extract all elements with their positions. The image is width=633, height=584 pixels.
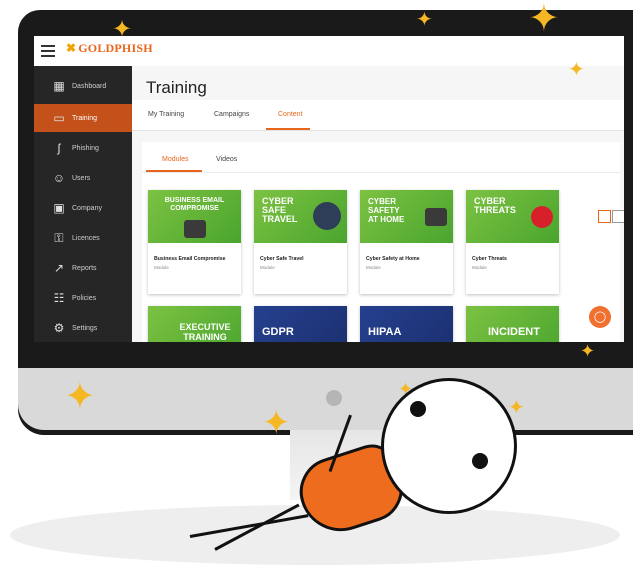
sparkle-icon: ✦ — [568, 59, 585, 81]
training-icon: ▭ — [53, 111, 65, 125]
sidebar-item-reports[interactable]: ↗ Reports — [34, 254, 132, 282]
tab-campaigns[interactable]: Campaigns — [214, 111, 249, 118]
sparkle-icon: ✦ — [112, 16, 133, 43]
module-name: Business Email Compromise — [154, 256, 226, 262]
subtab-divider — [142, 172, 620, 173]
hamburger-menu-icon[interactable] — [41, 45, 55, 57]
sidebar-item-settings[interactable]: ⚙ Settings — [34, 314, 132, 342]
tab-content[interactable]: Content — [278, 111, 303, 118]
app-screen: ✖ GOLDPHISH ▦ Dashboard ▭ Training ʃ Phishin… — [34, 36, 624, 342]
sidebar-item-label: Training — [72, 114, 98, 122]
page-title: Training — [146, 78, 207, 97]
thumbnail-title: BUSINESS EMAIL COMPROMISE — [164, 197, 225, 212]
laptop-hacker-icon — [184, 220, 206, 238]
module-name: Cyber Safe Travel — [260, 256, 304, 262]
module-card[interactable]: INCIDENT — [466, 306, 559, 342]
subtab-modules[interactable]: Modules — [162, 156, 188, 163]
sidebar-item-label: Policies — [72, 294, 97, 302]
sidebar-item-dashboard[interactable]: ▦ Dashboard — [34, 72, 132, 100]
module-card[interactable]: CYBER SAFETY AT HOME Cyber Safety at Hom… — [360, 190, 453, 294]
sidebar-item-label: Dashboard — [72, 82, 107, 90]
sidebar-item-training[interactable]: ▭ Training — [34, 104, 132, 132]
users-icon: ☺ — [52, 171, 66, 185]
sidebar-item-policies[interactable]: ☷ Policies — [34, 284, 132, 312]
key-icon: ⚿ — [54, 230, 64, 245]
module-type: Module — [154, 265, 169, 270]
chat-bubble-icon[interactable]: ◯ — [589, 306, 611, 328]
brand-name: GOLDPHISH — [78, 41, 153, 55]
sparkle-icon: ✦ — [528, 0, 560, 40]
brand-mark-icon: ✖ — [66, 41, 77, 55]
sidebar-item-label: Phishing — [72, 144, 99, 152]
company-icon: ▣ — [53, 201, 65, 215]
sidebar-item-label: Users — [72, 174, 91, 182]
module-type: Module — [366, 265, 381, 270]
sidebar-item-licences[interactable]: ⚿ Licences — [34, 224, 132, 252]
character-eye — [410, 401, 426, 417]
thumbnail-title: CYBER SAFETY AT HOME — [368, 197, 405, 224]
character-head — [381, 378, 517, 514]
list-view-icon[interactable] — [612, 210, 624, 223]
module-card[interactable]: CYBER SAFE TRAVEL Cyber Safe Travel Modu… — [254, 190, 347, 294]
sparkle-icon: ✦ — [64, 376, 96, 418]
skull-warning-icon — [531, 206, 553, 228]
policies-icon: ☷ — [53, 291, 65, 305]
main-tabs: My Training Campaigns Content — [132, 100, 624, 131]
sparkle-icon: ✦ — [416, 9, 433, 31]
module-thumbnail: INCIDENT — [466, 306, 559, 342]
sparkle-icon: ✦ — [262, 404, 291, 442]
subtab-videos[interactable]: Videos — [216, 156, 237, 163]
module-thumbnail: CYBER SAFE TRAVEL — [254, 190, 347, 243]
brand-logo[interactable]: ✖ GOLDPHISH — [66, 41, 153, 56]
thumbnail-title: INCIDENT — [488, 326, 540, 338]
sidebar-item-users[interactable]: ☺ Users — [34, 164, 132, 192]
module-thumbnail: EXECUTIVE TRAINING — [148, 306, 241, 342]
module-name: Cyber Threats — [472, 256, 507, 262]
tab-my-training[interactable]: My Training — [148, 111, 184, 118]
thumbnail-title: CYBER THREATS — [474, 196, 516, 215]
grid-view-icon[interactable] — [598, 210, 611, 223]
sidebar-item-company[interactable]: ▣ Company — [34, 194, 132, 222]
module-card[interactable]: HIPAA — [360, 306, 453, 342]
module-card[interactable]: EXECUTIVE TRAINING — [148, 306, 241, 342]
character-eye — [472, 453, 488, 469]
module-type: Module — [472, 265, 487, 270]
module-name: Cyber Safety at Home — [366, 256, 420, 262]
module-thumbnail: BUSINESS EMAIL COMPROMISE — [148, 190, 241, 243]
module-thumbnail: CYBER THREATS — [466, 190, 559, 243]
module-type: Module — [260, 265, 275, 270]
sidebar-item-label: Company — [72, 204, 102, 212]
main-content: Training My Training Campaigns Content M… — [132, 66, 624, 342]
thumbnail-title: EXECUTIVE TRAINING — [179, 322, 231, 342]
settings-icon: ⚙ — [53, 321, 65, 335]
power-button-icon — [326, 390, 342, 406]
module-thumbnail: CYBER SAFETY AT HOME — [360, 190, 453, 243]
reports-icon: ↗ — [53, 261, 65, 275]
sidebar-item-phishing[interactable]: ʃ Phishing — [34, 134, 132, 162]
sidebar-item-label: Reports — [72, 264, 97, 272]
thumbnail-title: GDPR — [262, 326, 294, 338]
module-card[interactable]: GDPR — [254, 306, 347, 342]
sparkle-icon: ✦ — [580, 341, 596, 361]
module-thumbnail: GDPR — [254, 306, 347, 342]
thumbnail-title: HIPAA — [368, 326, 402, 338]
dashboard-icon: ▦ — [53, 79, 65, 93]
sidebar-item-label: Settings — [72, 324, 98, 332]
thumbnail-title: CYBER SAFE TRAVEL — [262, 196, 298, 224]
sparkle-icon: ✦ — [508, 397, 525, 419]
passport-phone-icon — [313, 202, 341, 230]
active-tab-underline — [266, 128, 310, 130]
module-card[interactable]: BUSINESS EMAIL COMPROMISE Business Email… — [148, 190, 241, 294]
content-panel: Modules Videos BUSINESS EMAIL COMPROMISE… — [142, 142, 624, 342]
sidebar-item-label: Licences — [72, 234, 100, 242]
hook-icon: ʃ — [57, 141, 61, 155]
sidebar: ▦ Dashboard ▭ Training ʃ Phishing ☺ Users ▣ C… — [34, 66, 132, 342]
home-desk-icon — [425, 208, 447, 226]
module-card[interactable]: CYBER THREATS Cyber Threats Module — [466, 190, 559, 294]
module-thumbnail: HIPAA — [360, 306, 453, 342]
